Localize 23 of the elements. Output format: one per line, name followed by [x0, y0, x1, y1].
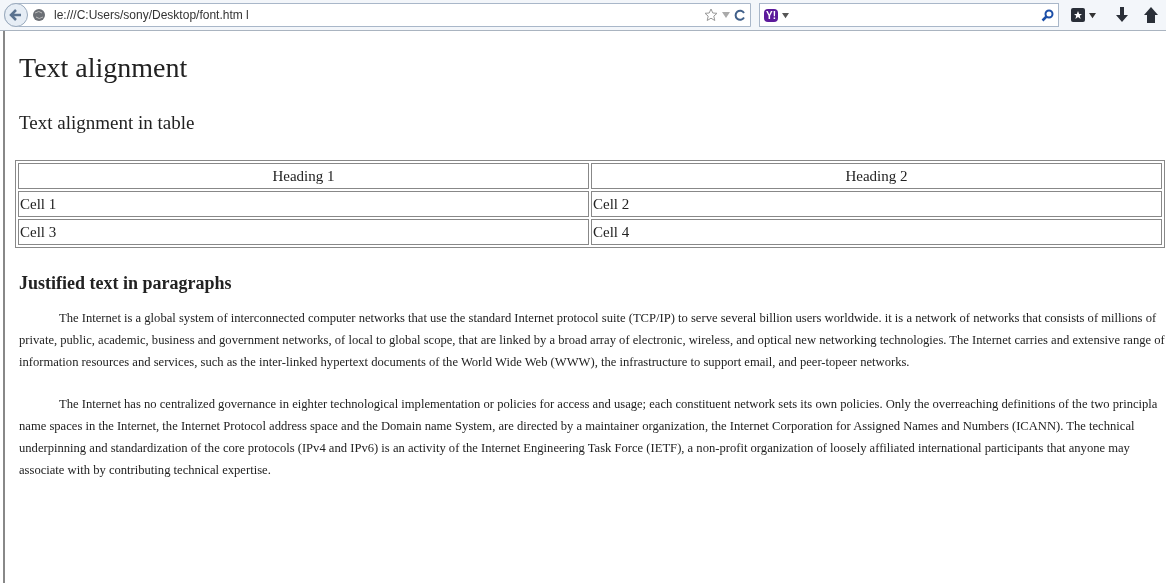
paragraph: The Internet is a global system of interconnected computer networks that use the standard Internet protocol suite (TCP/IP) to serve several billion users worldwide. it is a network of networks that consists of millions of private, public, academic, business and government networks, of local to global scope, that are linked by a broad array of electronic, wireless, and optical new networking technologies. The Internet carries and extensive range of information resources and services, such as the inter-linked hypertext documents of the World Wide Web (WWW), the infrastructure to support email, and peer-topeer networks.	[19, 310, 1166, 371]
download-icon[interactable]	[1116, 7, 1128, 23]
table-cell: Cell 1	[18, 191, 589, 217]
star-icon[interactable]	[704, 8, 718, 22]
reload-icon[interactable]	[734, 9, 746, 21]
table-cell: Cell 2	[591, 191, 1162, 217]
page-title: Text alignment	[19, 51, 188, 85]
search-logo: Y!	[764, 8, 778, 22]
table-cell: Cell 3	[18, 219, 589, 245]
section-heading: Justified text in paragraphs	[19, 272, 232, 295]
search-icon[interactable]	[1041, 8, 1054, 22]
column-header: Heading 2	[591, 163, 1162, 189]
table-cell: Cell 4	[591, 219, 1162, 245]
globe-icon	[32, 8, 46, 22]
page-subtitle: Text alignment in table	[19, 111, 195, 135]
dropdown-icon[interactable]	[782, 11, 789, 19]
dropdown-icon	[1089, 11, 1096, 19]
paragraph: The Internet has no centralized governance in eighter technological implementation or policies for access and usage; each constituent network sets its own policies. Only the overreaching definitions of the two principla name spaces in the Internet, the Internet Protocol address space and the Domain name System, are directed by a maintainer organization, the Internet Corporation for Assigned Names and Numbers (ICANN). The technical underpinning and standardization of the core protocols (IPv4 and IPv6) is an activity of the Internet Engineering Task Force (IETF), a non-profit organization of loosely affiliated international participants that anyone may associate with by contributing technical expertise.	[19, 396, 1159, 479]
column-header: Heading 1	[18, 163, 589, 189]
bookmark-star-icon	[1071, 8, 1085, 22]
back-button[interactable]	[4, 3, 28, 27]
back-arrow-icon	[9, 8, 23, 22]
search-field[interactable]: Y!	[759, 3, 1059, 27]
